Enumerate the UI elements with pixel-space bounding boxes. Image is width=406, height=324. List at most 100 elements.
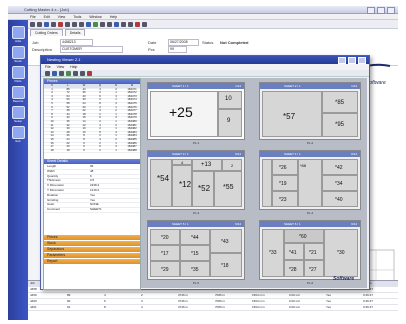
- nested-part[interactable]: *20: [150, 229, 180, 245]
- parameters-accordion[interactable]: Parameters: [44, 253, 140, 258]
- nested-part[interactable]: *60: [284, 229, 324, 243]
- nested-part[interactable]: 2: [222, 159, 242, 171]
- job-field[interactable]: 4458213: [60, 39, 93, 46]
- property-value[interactable]: SHEET1: [90, 207, 102, 212]
- exit-icon[interactable]: [12, 126, 25, 139]
- column-header[interactable]: Job: [30, 281, 35, 286]
- table-cell: 7066 in: [215, 299, 225, 303]
- nested-part[interactable]: *57: [262, 91, 322, 137]
- print-icon[interactable]: [51, 21, 56, 27]
- nested-part[interactable]: 10: [218, 91, 242, 109]
- nested-part[interactable]: *28: [284, 260, 304, 277]
- qty-field[interactable]: 99: [168, 46, 187, 53]
- new-icon[interactable]: [30, 21, 35, 27]
- save-icon[interactable]: [44, 21, 49, 27]
- report-icon[interactable]: [121, 21, 126, 27]
- grid-icon[interactable]: [114, 21, 119, 27]
- delete-icon[interactable]: [58, 21, 63, 27]
- parts-icon[interactable]: [12, 66, 25, 79]
- close-icon[interactable]: [387, 7, 395, 14]
- jobs-icon[interactable]: [12, 26, 25, 39]
- nested-part[interactable]: *17: [150, 245, 180, 261]
- nested-part[interactable]: *43: [210, 229, 242, 253]
- nested-part[interactable]: *33: [262, 229, 284, 277]
- menu-edit[interactable]: Edit: [44, 14, 50, 19]
- pieces-accordion[interactable]: Pieces: [44, 235, 140, 240]
- property-row[interactable]: Comment SHEET1: [44, 207, 140, 213]
- zoom-in-icon[interactable]: [100, 21, 105, 27]
- stock-icon[interactable]: [12, 46, 25, 59]
- paste-icon[interactable]: [79, 21, 84, 27]
- nested-part[interactable]: 4: [172, 159, 192, 165]
- reports-icon[interactable]: [12, 86, 25, 99]
- setup-icon[interactable]: [12, 106, 25, 119]
- zoom-out-icon[interactable]: [107, 21, 112, 27]
- open-icon[interactable]: [37, 21, 42, 27]
- nesting-canvas[interactable]: SHEET 1 / 1 1/14 +25 10 9 PL-1 SHEET 2 /…: [141, 78, 367, 288]
- maximize-icon[interactable]: [377, 7, 385, 14]
- stock-accordion[interactable]: Stock: [44, 241, 140, 246]
- nested-part[interactable]: *34: [322, 175, 358, 191]
- nested-part[interactable]: +13: [192, 159, 222, 171]
- nested-part[interactable]: *21: [304, 243, 324, 260]
- nested-part[interactable]: *52: [192, 171, 214, 207]
- sheet-4[interactable]: SHEET 4 / 1 9/14 *26 *19 *23 *42 *34 *40: [259, 150, 361, 215]
- nested-part[interactable]: *26: [272, 159, 298, 175]
- menu-tools[interactable]: Tools: [73, 14, 81, 19]
- nested-part[interactable]: *18: [210, 253, 242, 277]
- nested-part[interactable]: [262, 159, 272, 207]
- nested-part[interactable]: *35: [180, 261, 210, 277]
- desc-field[interactable]: CUSTOMER: [60, 46, 123, 53]
- table-cell: 2: [141, 293, 143, 297]
- report-accordion[interactable]: Report: [44, 259, 140, 264]
- sheet-3[interactable]: SHEET 3 / 1 9/14 *54 *12 *52 +13 *55 4 2…: [147, 150, 245, 215]
- table-row[interactable]: 4461 91 8 4 3746 in 7066 in 1504 mm 0.00 m2 Yes 0…: [28, 305, 398, 311]
- zoom-out-icon[interactable]: [80, 70, 85, 76]
- nested-part[interactable]: *30: [324, 229, 358, 277]
- nested-part[interactable]: *29: [150, 261, 180, 277]
- save-icon[interactable]: [52, 70, 57, 76]
- maximize-icon[interactable]: [348, 57, 356, 64]
- nested-part[interactable]: +25: [150, 91, 218, 137]
- nested-part[interactable]: *27: [304, 260, 324, 277]
- nested-part[interactable]: *40: [322, 191, 358, 207]
- nested-part[interactable]: 9: [218, 109, 242, 137]
- cut-icon[interactable]: [65, 21, 70, 27]
- menu-file[interactable]: File: [30, 14, 36, 19]
- separators-accordion[interactable]: Separators: [44, 247, 140, 252]
- menu-view[interactable]: View: [58, 14, 66, 19]
- sheet-5[interactable]: SHEET 5 / 1 9/14 *20 *44 *17 *15 *29 *35: [147, 220, 245, 285]
- nested-part[interactable]: *85: [322, 91, 358, 113]
- date-field[interactable]: 06/27/2008: [168, 39, 199, 46]
- run-icon[interactable]: [66, 70, 71, 76]
- nested-part[interactable]: *12: [172, 165, 192, 207]
- run-icon[interactable]: [93, 21, 98, 27]
- help-icon[interactable]: [142, 21, 147, 27]
- nested-part[interactable]: *42: [322, 159, 358, 175]
- minimize-icon[interactable]: [338, 57, 346, 64]
- open-icon[interactable]: [45, 70, 50, 76]
- nested-part[interactable]: *15: [180, 245, 210, 261]
- print-icon[interactable]: [59, 70, 64, 76]
- zoom-in-icon[interactable]: [73, 70, 78, 76]
- stop-icon[interactable]: [87, 70, 92, 76]
- nested-part[interactable]: *19: [272, 175, 298, 191]
- minimize-icon[interactable]: [367, 7, 375, 14]
- undo-icon[interactable]: [86, 21, 91, 27]
- nested-part[interactable]: *41: [284, 243, 304, 260]
- table-row[interactable]: 18 18 5 2 1 184488: [44, 149, 140, 154]
- close-icon[interactable]: [358, 57, 366, 64]
- menu-help[interactable]: Help: [110, 14, 117, 19]
- sheet-1[interactable]: SHEET 1 / 1 1/14 +25 10 9 PL-1: [147, 82, 245, 145]
- nested-part[interactable]: *54: [150, 159, 172, 207]
- settings-icon[interactable]: [128, 21, 133, 27]
- nested-part[interactable]: *55: [214, 171, 242, 207]
- nested-part[interactable]: *44: [180, 229, 210, 245]
- sheet-2[interactable]: SHEET 2 / 1 1/14 *57 *85 *95 PL-2: [259, 82, 361, 145]
- stop-icon[interactable]: [135, 21, 140, 27]
- nested-part[interactable]: *23: [272, 191, 298, 207]
- copy-icon[interactable]: [72, 21, 77, 27]
- nested-part[interactable]: *95: [322, 113, 358, 137]
- menu-window[interactable]: Window: [89, 14, 101, 19]
- sheet-6[interactable]: SHEET 6 / 1 9/14 *33 *60 *41 *21 *28 *27: [259, 220, 361, 285]
